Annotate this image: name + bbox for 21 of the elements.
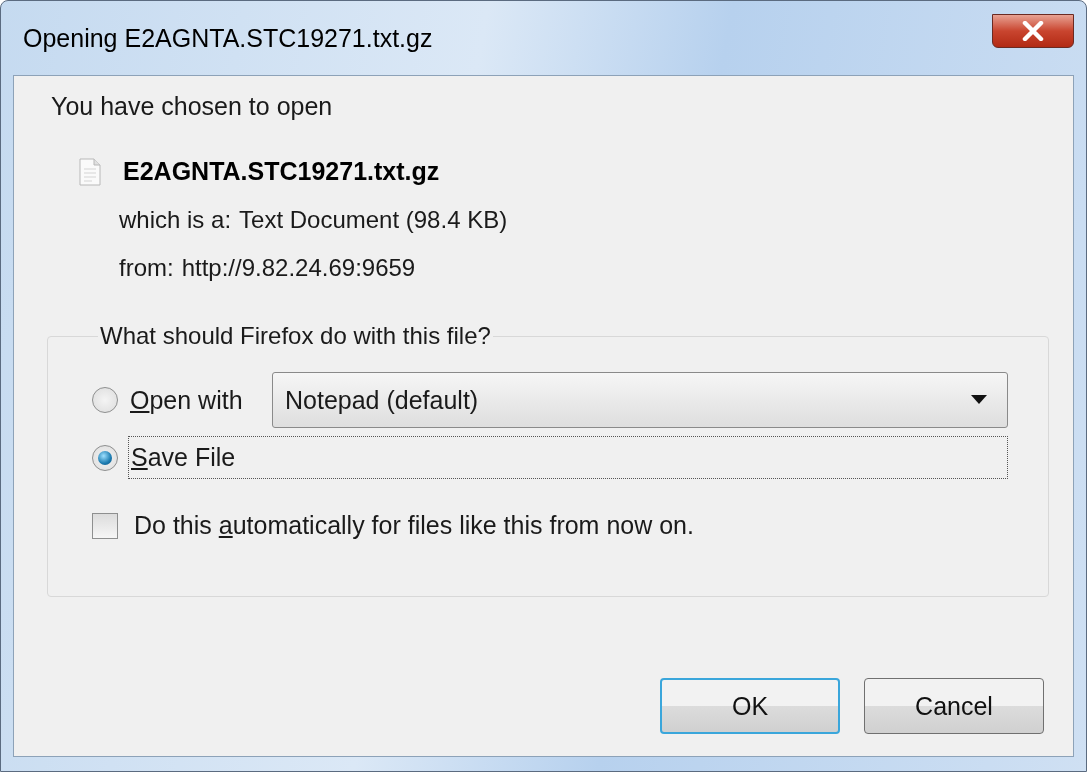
checkbox[interactable] <box>92 512 118 539</box>
file-source: http://9.82.24.69:9659 <box>181 254 416 282</box>
close-icon <box>1022 21 1044 41</box>
close-button[interactable] <box>992 14 1074 48</box>
intro-text: You have chosen to open <box>51 91 334 121</box>
radio-button[interactable] <box>92 444 118 471</box>
option-label[interactable]: Save File <box>128 436 1008 479</box>
info-label: from: <box>119 254 174 282</box>
option-label[interactable]: Open with <box>128 379 272 421</box>
checkbox-label[interactable]: Do this automatically for files like this from now on. <box>134 511 694 540</box>
dropdown-caret-icon <box>971 395 987 405</box>
group-label: What should Firefox do with this file? <box>99 322 492 350</box>
info-label: which is a: <box>119 206 232 234</box>
app-dropdown[interactable]: Notepad (default) <box>272 372 1008 428</box>
file-name: E2AGNTA.STC19271.txt.gz <box>123 157 440 186</box>
file-type: Text Document (98.4 KB) <box>239 206 508 234</box>
dialog-button[interactable]: Cancel <box>864 678 1044 734</box>
dialog-button[interactable]: OK <box>660 678 840 734</box>
document-icon <box>79 157 101 186</box>
window-title: Opening E2AGNTA.STC19271.txt.gz <box>22 23 433 53</box>
radio-button[interactable] <box>92 387 118 413</box>
